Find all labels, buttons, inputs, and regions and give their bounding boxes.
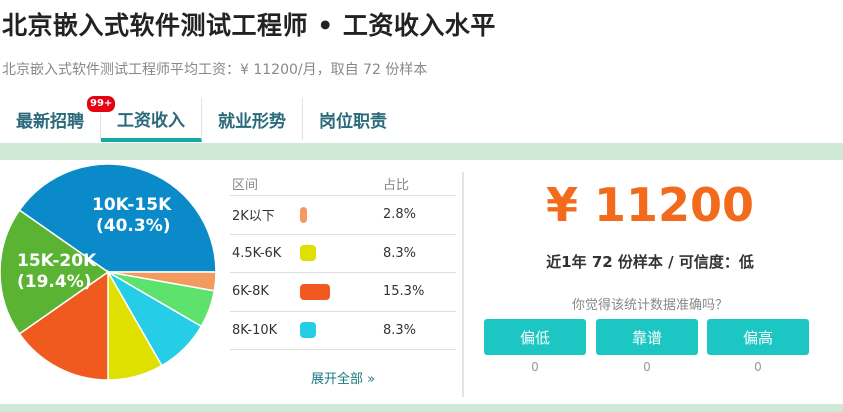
distribution-table: 区间 占比 2K以下 2.8% 4.5K-6K 8.3% 6K-8K 15.3% 8K-10… <box>230 172 456 350</box>
row-bar-cell <box>300 206 383 223</box>
distribution-row: 4.5K-6K 8.3% <box>230 235 456 273</box>
distribution-header: 区间 占比 <box>230 172 456 196</box>
tab-label: 最新招聘 <box>16 111 84 132</box>
pie-label: (40.3%) <box>96 216 171 236</box>
row-bar-cell <box>300 322 383 339</box>
page-title: 北京嵌入式软件测试工程师 • 工资收入水平 <box>2 11 496 40</box>
header-percent: 占比 <box>383 178 410 193</box>
row-bar-cell <box>300 245 383 262</box>
distribution-row: 8K-10K 8.3% <box>230 312 456 350</box>
vertical-divider <box>462 172 464 397</box>
expand-all-link[interactable]: 展开全部 » <box>230 368 456 387</box>
tab-label: 工资收入 <box>117 110 185 131</box>
row-bar <box>300 283 330 300</box>
vote-low-count: 0 <box>531 360 539 374</box>
page-subtitle: 北京嵌入式软件测试工程师平均工资：¥ 11200/月，取自 72 份样本 <box>2 62 428 78</box>
tab-bar: 最新招聘 99+ 工资收入 就业形势 岗位职责 <box>0 95 403 142</box>
tab-latest-jobs[interactable]: 最新招聘 99+ <box>0 95 117 140</box>
row-percent: 8.3% <box>383 322 417 338</box>
row-percent: 8.3% <box>383 245 417 261</box>
tab-label: 就业形势 <box>218 111 286 132</box>
sample-info: 近1年 72 份样本 / 可信度：低 <box>546 253 754 271</box>
tab-duties[interactable]: 岗位职责 <box>303 98 403 140</box>
tab-salary[interactable]: 工资收入 <box>101 98 202 142</box>
section-band-bottom <box>0 404 843 412</box>
accuracy-question: 你觉得该统计数据准确吗？ <box>571 298 728 313</box>
pie-label: 15K-20K <box>17 251 97 271</box>
row-bar-cell <box>300 283 383 300</box>
row-percent: 2.8% <box>383 207 417 223</box>
header-range: 区间 <box>232 178 259 193</box>
tab-employment[interactable]: 就业形势 <box>202 98 303 140</box>
vote-high-count: 0 <box>754 360 762 374</box>
salary-pie-chart: 10K-15K (40.3%) 15K-20K (19.4%) <box>0 160 230 404</box>
section-band-top <box>0 143 843 160</box>
distribution-row: 6K-8K 15.3% <box>230 273 456 312</box>
average-salary: ¥ 11200 <box>545 178 755 232</box>
tab-label: 岗位职责 <box>319 111 387 132</box>
pie-label: 10K-15K <box>92 195 172 215</box>
vote-accurate-button[interactable]: 靠谱 <box>596 319 698 355</box>
vote-high-button[interactable]: 偏高 <box>707 319 809 355</box>
row-percent: 15.3% <box>383 284 425 300</box>
row-range: 2K以下 <box>232 209 275 225</box>
pie-svg: 10K-15K(40.3%) 15K-20K(19.4%) <box>0 163 217 381</box>
vote-low-button[interactable]: 偏低 <box>484 319 586 355</box>
row-bar <box>300 322 316 339</box>
pie-label: (19.4%) <box>17 272 92 292</box>
row-bar <box>300 206 307 223</box>
row-range: 8K-10K <box>232 322 278 338</box>
row-range: 4.5K-6K <box>232 245 282 261</box>
vote-accurate-count: 0 <box>643 360 651 374</box>
distribution-row: 2K以下 2.8% <box>230 196 456 235</box>
row-range: 6K-8K <box>232 284 269 300</box>
row-bar <box>300 245 316 262</box>
